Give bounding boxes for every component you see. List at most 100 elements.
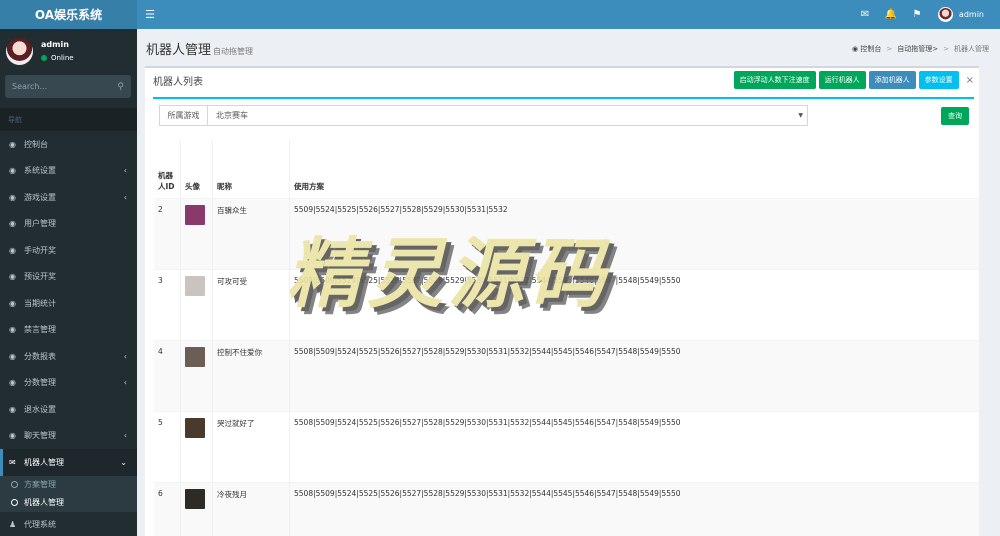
- list-icon: ◉: [9, 378, 16, 388]
- table-row: 6 冷夜残月 5508|5509|5524|5525|5526|5527|5528|…: [154, 483, 979, 536]
- nav-list: ◉ 控制台 ◉ 系统设置 ‹ ◉ 游戏设置 ‹ ◉ 用户管理 ◉ 手动开奖 ◉ 预设开奖 ◉ 当期统计 ◉ 禁言管…: [0, 131, 137, 449]
- sidebar-item[interactable]: ◉ 退水设置: [0, 396, 137, 423]
- parameter-settings-button[interactable]: 参数设置: [918, 71, 959, 89]
- avatar-cell: [181, 412, 213, 482]
- sidebar-item-label: 聊天管理: [24, 431, 56, 441]
- online-dot-icon: [41, 55, 47, 61]
- table-header: 机器 人ID 头像 昵称 使用方案: [154, 140, 979, 199]
- sidebar-item[interactable]: ◉ 分数管理 ‹: [0, 370, 137, 397]
- robot-plan: 5509|5524|5525|5526|5527|5528|5529|5530|…: [294, 205, 508, 214]
- game-select[interactable]: 北京赛车 ▼: [208, 106, 807, 125]
- sidebar-subitem-robot-management[interactable]: 机器人管理: [0, 494, 137, 512]
- sidebar-item-label: 用户管理: [24, 219, 56, 229]
- chevron-left-icon: ‹: [123, 351, 127, 361]
- start-float-betting-button[interactable]: 启动浮动人数下注速度: [733, 71, 816, 89]
- robot-plan: 5508|5509|5524|5525|5526|5527|5528|5529|…: [294, 276, 681, 285]
- top-navbar: ☰ ✉ 🔔 ⚑ admin: [137, 0, 1000, 29]
- bell-icon[interactable]: 🔔: [878, 0, 904, 29]
- header-plan: 使用方案: [294, 182, 324, 191]
- filter-label: 所属游戏: [160, 106, 208, 125]
- sidebar-item[interactable]: ◉ 控制台: [0, 131, 137, 158]
- sidebar-item-agent-system[interactable]: ♟ 代理系统: [0, 512, 137, 536]
- table-row: 4 控制不住爱你 5508|5509|5524|5525|5526|5527|552…: [154, 341, 979, 412]
- sidebar-submenu: 方案管理 机器人管理: [0, 475, 137, 512]
- sidebar-toggle-icon[interactable]: ☰: [137, 0, 163, 29]
- chevron-left-icon: ‹: [123, 431, 127, 441]
- sidebar-item-label: 代理系统: [24, 520, 56, 530]
- chevron-down-icon: ▼: [798, 112, 803, 119]
- sidebar-item[interactable]: ◉ 当期统计: [0, 290, 137, 317]
- handshake-icon: ◉: [9, 245, 16, 255]
- sidebar-item-robot-management[interactable]: ✉ 机器人管理 ⌄: [0, 449, 137, 476]
- robot-id: 5: [154, 412, 181, 482]
- sidebar-search[interactable]: Search... ⚲: [5, 75, 131, 98]
- game-filter: 所属游戏 北京赛车 ▼: [159, 105, 808, 126]
- sidebar-item[interactable]: ◉ 禁言管理: [0, 317, 137, 344]
- sidebar-item-label: 手动开奖: [24, 245, 56, 255]
- sidebar-item[interactable]: ◉ 系统设置 ‹: [0, 158, 137, 185]
- avatar-cell: [181, 270, 213, 340]
- sidebar-subitem-plan-management[interactable]: 方案管理: [0, 476, 137, 494]
- table-row: 2 百骥众生 5509|5524|5525|5526|5527|5528|5529|…: [154, 199, 979, 270]
- sidebar-item[interactable]: ◉ 预设开奖: [0, 264, 137, 291]
- robot-plan: 5508|5509|5524|5525|5526|5527|5528|5529|…: [294, 418, 681, 427]
- sidebar-item[interactable]: ◉ 手动开奖: [0, 237, 137, 264]
- cogs-icon: ◉: [9, 166, 16, 176]
- robot-id: 6: [154, 483, 181, 536]
- robot-nickname: 控制不住爱你: [213, 341, 290, 411]
- header-avatar: 头像: [181, 140, 213, 198]
- avatar: [185, 489, 205, 509]
- avatar: [185, 418, 205, 438]
- sidebar-item[interactable]: ◉ 用户管理: [0, 211, 137, 238]
- sidebar: admin Online Search... ⚲ 导航 ◉ 控制台 ◉ 系统设置 ‹ ◉ 游…: [0, 29, 137, 536]
- breadcrumb-auto-manage[interactable]: 自动拖管理>: [897, 44, 938, 54]
- divider: [153, 97, 974, 99]
- flag-icon[interactable]: ⚑: [904, 0, 930, 29]
- chevron-left-icon: ‹: [123, 192, 127, 202]
- search-input[interactable]: Search...: [12, 82, 47, 91]
- breadcrumb: ◉ 控制台 > 自动拖管理> > 机器人管理: [852, 44, 989, 54]
- refresh-icon: ◉: [9, 404, 16, 414]
- robot-nickname: 可攻可受: [213, 270, 290, 340]
- list-icon: ◉: [9, 351, 16, 361]
- sidebar-item[interactable]: ◉ 游戏设置 ‹: [0, 184, 137, 211]
- calendar-icon: ◉: [9, 298, 16, 308]
- avatar-cell: [181, 341, 213, 411]
- user-menu[interactable]: admin: [930, 7, 1000, 22]
- sidebar-item[interactable]: ◉ 聊天管理 ‹: [0, 423, 137, 450]
- run-robot-button[interactable]: 运行机器人: [818, 71, 866, 89]
- users-icon: ◉: [9, 219, 16, 229]
- robot-id: 2: [154, 199, 181, 269]
- table-row: 3 可攻可受 5508|5509|5524|5525|5526|5527|5528|…: [154, 270, 979, 341]
- chevron-down-icon: ⌄: [120, 457, 127, 467]
- sidebar-item-label: 分数管理: [24, 378, 56, 388]
- status-text: Online: [51, 54, 74, 62]
- avatar: [185, 276, 205, 296]
- sidebar-item-label: 当期统计: [24, 298, 56, 308]
- add-robot-button[interactable]: 添加机器人: [868, 71, 916, 89]
- circle-icon: [11, 499, 18, 506]
- dashboard-icon: ◉: [9, 139, 16, 149]
- breadcrumb-home[interactable]: 控制台: [860, 44, 881, 54]
- avatar-cell: [181, 483, 213, 536]
- header-nickname: 昵称: [213, 140, 290, 198]
- users-icon: ♟: [9, 520, 17, 530]
- robot-table: 机器 人ID 头像 昵称 使用方案 2 百骥众生 5509|5524|5525|55…: [154, 140, 979, 536]
- search-icon[interactable]: ⚲: [117, 82, 124, 92]
- query-button[interactable]: 查询: [941, 107, 969, 125]
- chat-icon: ◉: [9, 431, 16, 441]
- breadcrumb-separator: >: [886, 45, 893, 53]
- mail-icon[interactable]: ✉: [852, 0, 878, 29]
- table-body: 2 百骥众生 5509|5524|5525|5526|5527|5528|5529|…: [154, 199, 979, 536]
- sidebar-item-label: 游戏设置: [24, 192, 56, 202]
- breadcrumb-separator: >: [943, 45, 949, 53]
- gamepad-icon: ◉: [9, 192, 16, 202]
- close-icon[interactable]: ×: [966, 75, 974, 86]
- sidebar-subitem-label: 机器人管理: [24, 498, 64, 507]
- sidebar-item[interactable]: ◉ 分数报表 ‹: [0, 343, 137, 370]
- sidebar-item-label: 禁言管理: [24, 325, 56, 335]
- box-toolbar: 启动浮动人数下注速度 运行机器人 添加机器人 参数设置 ×: [731, 71, 974, 89]
- app-logo[interactable]: OA娱乐系统: [0, 0, 137, 29]
- avatar-cell: [181, 199, 213, 269]
- page-title-text: 机器人管理: [146, 43, 212, 58]
